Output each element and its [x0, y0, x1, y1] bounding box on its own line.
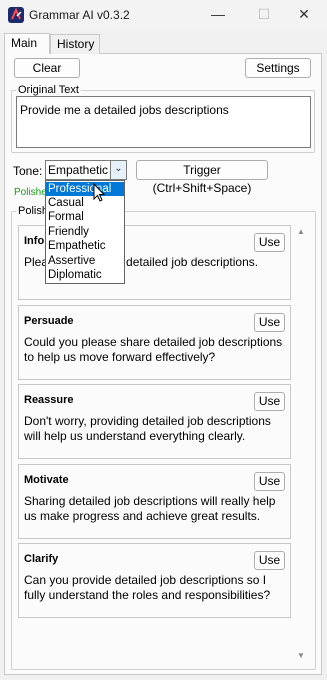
chevron-down-icon[interactable]: ⌄: [110, 161, 126, 179]
card-text: Can you provide detailed job description…: [24, 573, 271, 602]
tab-history[interactable]: History: [50, 34, 100, 54]
settings-button[interactable]: Settings: [245, 58, 311, 78]
card-text: Could you please share detailed job desc…: [24, 335, 283, 364]
tone-option-assertive[interactable]: Assertive: [46, 254, 124, 268]
original-text-label: Original Text: [16, 84, 81, 96]
trigger-button[interactable]: Trigger (Ctrl+Shift+Space): [136, 160, 268, 195]
tone-option-diplomatic[interactable]: Diplomatic: [46, 268, 124, 282]
use-button[interactable]: Use: [254, 313, 285, 332]
tone-select[interactable]: Empathetic ⌄: [45, 160, 127, 180]
result-card-clarify: Clarify Use Can you provide detailed job…: [18, 543, 291, 618]
clear-button[interactable]: Clear: [14, 58, 80, 78]
tab-main[interactable]: Main: [4, 33, 50, 54]
mouse-cursor-icon: [93, 182, 107, 206]
scroll-down-icon[interactable]: ▼: [297, 651, 305, 660]
tone-option-empathetic[interactable]: Empathetic: [46, 239, 124, 253]
tone-option-formal[interactable]: Formal: [46, 210, 124, 224]
minimize-button[interactable]: —: [195, 0, 241, 30]
card-title: Motivate: [24, 474, 69, 486]
tone-option-professional[interactable]: Professional: [46, 182, 124, 196]
app-icon: [8, 7, 24, 23]
card-title: Reassure: [24, 394, 74, 406]
use-button[interactable]: Use: [254, 233, 285, 252]
use-button[interactable]: Use: [254, 392, 285, 411]
tone-selected-value: Empathetic: [48, 163, 109, 177]
result-card-persuade: Persuade Use Could you please share deta…: [18, 305, 291, 380]
use-button[interactable]: Use: [254, 551, 285, 570]
close-button[interactable]: ✕: [281, 0, 327, 30]
tone-dropdown-list[interactable]: Professional Casual Formal Friendly Empa…: [45, 180, 125, 284]
card-text: Don't worry, providing detailed job desc…: [24, 414, 271, 443]
window-title: Grammar AI v0.3.2: [29, 8, 130, 22]
card-title: Info: [24, 235, 45, 247]
tone-option-friendly[interactable]: Friendly: [46, 225, 124, 239]
original-text-input[interactable]: Provide me a detailed jobs descriptions: [16, 96, 311, 148]
card-title: Persuade: [24, 315, 74, 327]
status-text: Polishe: [14, 187, 47, 198]
result-card-reassure: Reassure Use Don't worry, providing deta…: [18, 384, 291, 459]
use-button[interactable]: Use: [254, 472, 285, 491]
scroll-up-icon[interactable]: ▲: [297, 227, 305, 236]
card-text: Sharing detailed job descriptions will r…: [24, 494, 276, 523]
tone-option-casual[interactable]: Casual: [46, 196, 124, 210]
tone-label: Tone:: [13, 164, 43, 178]
result-card-motivate: Motivate Use Sharing detailed job descri…: [18, 464, 291, 539]
card-title: Clarify: [24, 553, 59, 565]
